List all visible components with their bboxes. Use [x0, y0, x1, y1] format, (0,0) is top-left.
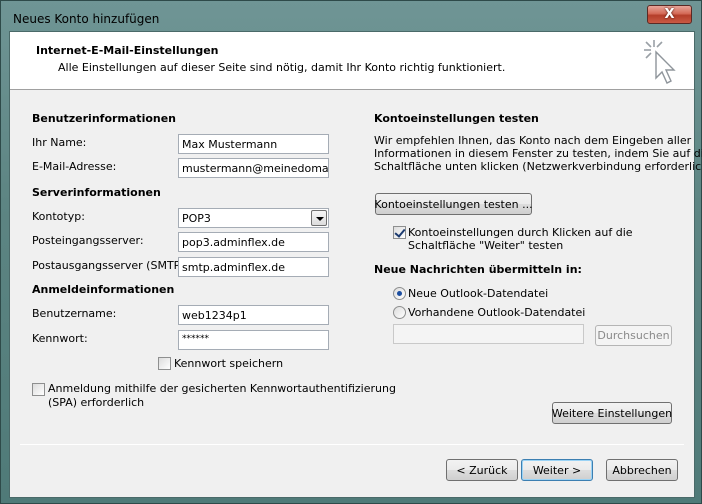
cursor-sparkle-icon — [644, 40, 676, 84]
existing-datafile-radio[interactable] — [393, 306, 406, 319]
password-label: Kennwort: — [32, 332, 88, 345]
spa-checkbox[interactable] — [32, 383, 45, 396]
auto-test-line2: Schaltfläche "Weiter" testen — [408, 239, 564, 252]
spa-label-line1: Anmeldung mithilfe der gesicherten Kennw… — [48, 382, 396, 395]
dialog-window: Neues Konto hinzufügen X Internet-E-Mail… — [0, 0, 702, 504]
chevron-down-icon[interactable] — [311, 210, 327, 226]
email-input[interactable]: mustermann@meinedomain.de — [178, 158, 329, 178]
incoming-server-label: Posteingangsserver: — [32, 234, 144, 247]
cancel-button[interactable]: Abbrechen — [606, 459, 678, 481]
page-title: Internet-E-Mail-Einstellungen — [36, 44, 219, 57]
save-password-checkbox[interactable] — [158, 357, 171, 370]
back-button[interactable]: < Zurück — [446, 459, 518, 481]
next-button[interactable]: Weiter > — [521, 459, 593, 481]
test-desc-line3: Schaltfläche unten klicken (Netzwerkverb… — [374, 160, 702, 173]
user-info-heading: Benutzerinformationen — [32, 112, 177, 125]
spa-label-line2: (SPA) erforderlich — [48, 396, 145, 409]
new-datafile-label: Neue Outlook-Datendatei — [408, 287, 549, 300]
outgoing-server-label: Postausgangsserver (SMTP): — [32, 259, 189, 272]
deliver-heading: Neue Nachrichten übermitteln in: — [374, 263, 582, 276]
login-info-heading: Anmeldeinformationen — [32, 283, 175, 296]
username-label: Benutzername: — [32, 307, 117, 320]
auto-test-line1: Kontoeinstellungen durch Klicken auf die — [408, 226, 633, 239]
browse-button[interactable]: Durchsuchen — [595, 325, 672, 346]
datafile-path-input[interactable] — [393, 324, 584, 344]
header-area: Internet-E-Mail-Einstellungen Alle Einst… — [10, 32, 694, 90]
dialog-content: Internet-E-Mail-Einstellungen Alle Einst… — [9, 31, 702, 498]
server-info-heading: Serverinformationen — [32, 186, 161, 199]
outgoing-server-input[interactable]: smtp.adminflex.de — [178, 257, 329, 277]
test-settings-heading: Kontoeinstellungen testen — [374, 112, 539, 125]
email-label: E-Mail-Adresse: — [32, 160, 117, 173]
close-icon: X — [664, 7, 675, 22]
existing-datafile-label: Vorhandene Outlook-Datendatei — [408, 306, 586, 319]
footer-separator — [20, 444, 684, 445]
page-subtitle: Alle Einstellungen auf dieser Seite sind… — [58, 61, 506, 74]
incoming-server-input[interactable]: pop3.adminflex.de — [178, 232, 329, 252]
close-button[interactable]: X — [647, 5, 692, 24]
name-label: Ihr Name: — [32, 136, 87, 149]
name-input[interactable]: Max Mustermann — [178, 134, 329, 154]
test-account-button[interactable]: Kontoeinstellungen testen ... — [374, 193, 533, 215]
account-type-select[interactable]: POP3 — [178, 208, 329, 228]
password-input[interactable]: ****** — [178, 330, 329, 350]
account-type-label: Kontotyp: — [32, 210, 85, 223]
test-desc-line1: Wir empfehlen Ihnen, das Konto nach dem … — [374, 134, 692, 147]
save-password-label: Kennwort speichern — [174, 357, 284, 370]
username-input[interactable]: web1234p1 — [178, 305, 329, 325]
account-type-value: POP3 — [182, 212, 211, 225]
new-datafile-radio[interactable] — [393, 287, 406, 300]
more-settings-button[interactable]: Weitere Einstellungen — [552, 402, 672, 424]
window-title: Neues Konto hinzufügen — [13, 12, 160, 26]
title-bar[interactable]: Neues Konto hinzufügen X — [1, 1, 701, 35]
auto-test-checkbox[interactable] — [393, 226, 406, 239]
test-desc-line2: Informationen in diesem Fenster zu teste… — [374, 147, 702, 160]
